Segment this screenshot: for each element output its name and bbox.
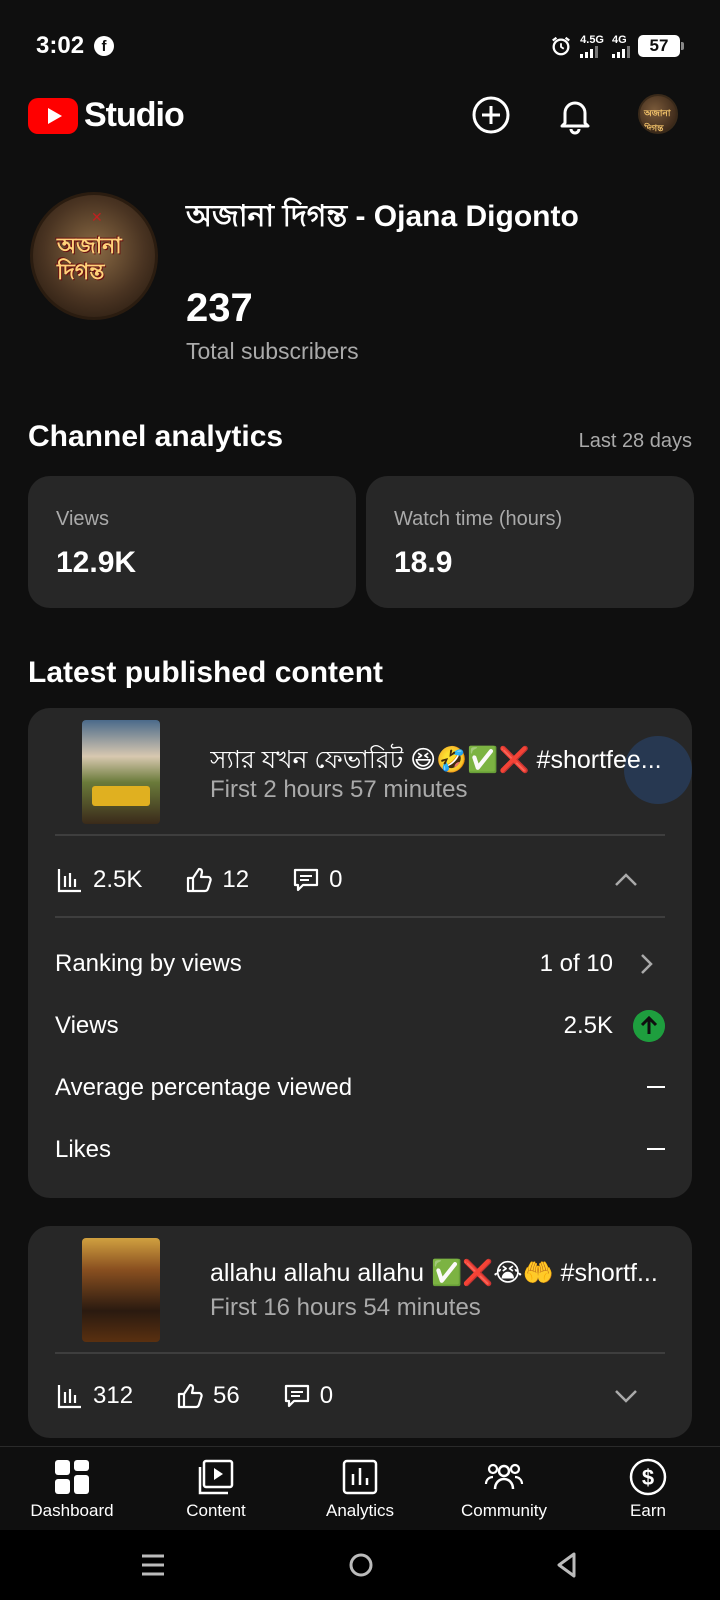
comments-metric: 0 [282,1381,333,1411]
app-bar: Studio অজানা দিগন্ত [0,90,720,140]
views-value: 12.9K [56,546,137,579]
ranking-value: 1 of 10 [539,950,613,977]
video-thumbnail[interactable] [82,720,160,824]
views-detail-value: 2.5K [563,1012,613,1039]
video-title: allahu allahu allahu ✅❌😭🤲 #shortf... [210,1259,658,1287]
likes-detail-value [647,1148,665,1150]
notifications-bell-icon[interactable] [554,94,596,136]
nav-label: Dashboard [30,1501,114,1520]
bar-chart-icon [57,1385,81,1409]
views-card[interactable]: Views 12.9K [28,476,356,608]
likes-metric: 12 [184,865,249,895]
chevron-right-icon[interactable] [635,950,659,978]
views-detail-label: Views [55,1012,119,1039]
chevron-up-icon[interactable] [611,865,641,895]
earn-icon: $ [629,1458,667,1496]
comments-metric: 0 [291,865,342,895]
watch-time-label: Watch time (hours) [394,508,563,530]
battery-indicator: 57 [638,35,684,57]
video-metrics: 2.5K 12 0 [55,860,665,900]
views-detail-row: Views 2.5K [55,1006,665,1046]
back-icon[interactable] [552,1550,582,1580]
nav-label: Community [461,1501,547,1520]
logo-text: Studio [84,96,185,134]
studio-logo[interactable]: Studio [28,96,185,135]
video-subtitle: First 16 hours 54 minutes [210,1294,481,1321]
alarm-icon [552,36,571,56]
views-metric: 2.5K [55,865,142,895]
nav-community[interactable]: Community [432,1447,576,1531]
subscriber-label: Total subscribers [186,338,359,364]
nav-earn[interactable]: $ Earn [576,1447,720,1531]
video-subtitle: First 2 hours 57 minutes [210,776,468,803]
dashboard-icon [55,1460,89,1494]
nav-dashboard[interactable]: Dashboard [0,1447,144,1531]
likes-detail-label: Likes [55,1136,112,1163]
watch-time-card[interactable]: Watch time (hours) 18.9 [366,476,694,608]
avg-percentage-label: Average percentage viewed [55,1074,353,1101]
divider [55,1352,665,1354]
status-bar: 3:02 f 4.5G 4G 57 [0,0,720,90]
chevron-down-icon[interactable] [611,1381,641,1411]
bar-chart-icon [57,869,81,893]
system-nav-bar [0,1530,720,1600]
divider [55,834,665,836]
arrow-up-icon [633,1010,665,1042]
account-avatar[interactable]: অজানা দিগন্ত [638,94,678,134]
analytics-icon [342,1459,378,1495]
ranking-row[interactable]: Ranking by views 1 of 10 [55,944,665,984]
content-icon [198,1459,234,1495]
svg-text:$: $ [642,1465,654,1490]
divider [55,916,665,918]
comment-icon [284,1384,309,1408]
latest-content-title: Latest published content [28,656,384,689]
channel-name: অজানা দিগন্ত - Ojana Digonto [186,200,579,233]
status-icons: 4.5G 4G 57 [550,32,684,60]
video-thumbnail[interactable] [82,1238,160,1342]
likes-metric: 56 [175,1381,240,1411]
video-metrics: 312 56 0 [55,1376,665,1416]
comment-icon [293,868,319,892]
likes-detail-row: Likes [55,1130,665,1170]
avg-percentage-row: Average percentage viewed [55,1068,665,1108]
analytics-range: Last 28 days [578,430,692,452]
facebook-icon: f [94,36,114,56]
content-card-1[interactable]: স্যার যখন ফেভারিট 😆🤣✅❌ #shortfee... Firs… [28,708,692,1198]
signal-2: 4G [612,34,630,58]
nav-label: Content [186,1501,246,1520]
thumbs-up-icon [187,867,213,893]
ranking-label: Ranking by views [55,950,242,977]
subscriber-count: 237 [186,286,253,330]
channel-header: ✕ অজানা দিগন্ত অজানা দিগন্ত - Ojana Digo… [28,190,688,380]
bottom-nav: Dashboard Content Analytics Community $ … [0,1446,720,1530]
analytics-title: Channel analytics [28,420,284,453]
thumbs-up-icon [177,1383,203,1409]
content-card-2[interactable]: allahu allahu allahu ✅❌😭🤲 #shortf... Fir… [28,1226,692,1438]
avg-percentage-value [647,1086,665,1088]
signal-1: 4.5G [580,34,604,58]
nav-label: Earn [630,1501,666,1520]
nav-label: Analytics [325,1501,395,1520]
views-label: Views [56,508,109,530]
create-plus-icon[interactable] [470,94,512,136]
recent-apps-icon[interactable] [138,1550,168,1580]
nav-content[interactable]: Content [144,1447,288,1531]
watch-time-value: 18.9 [394,546,453,579]
nav-analytics[interactable]: Analytics [288,1447,432,1531]
home-icon[interactable] [346,1550,376,1580]
channel-avatar: ✕ অজানা দিগন্ত [30,192,158,320]
status-time: 3:02 [36,32,85,59]
channel-avatar-text: অজানা দিগন্ত [57,233,122,284]
youtube-logo-icon [28,97,78,134]
community-icon [484,1463,524,1490]
views-metric: 312 [55,1381,133,1411]
